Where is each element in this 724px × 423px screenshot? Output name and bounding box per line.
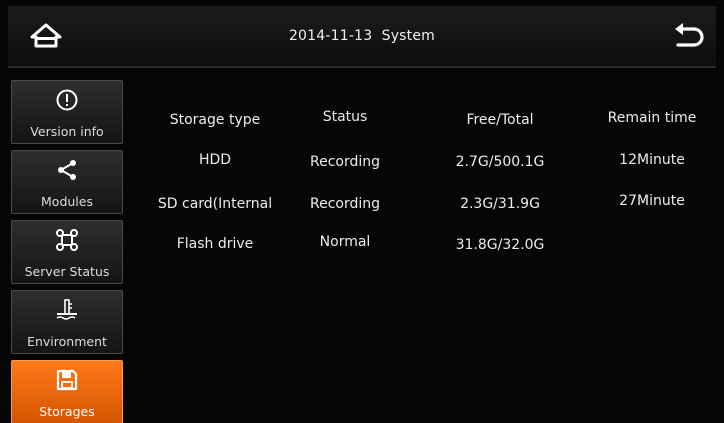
table-header-free-total: Free/Total [466, 112, 534, 128]
table-cell-status: Recording [309, 196, 381, 212]
table-cell-storage-type: HDD [198, 152, 232, 168]
sidebar-item-label: Version info [30, 124, 104, 139]
sidebar-item-version-info[interactable]: Version info [11, 80, 123, 144]
sidebar-item-storages[interactable]: Storages [11, 360, 123, 423]
back-arrow-icon [675, 23, 704, 47]
table-cell-free-total: 2.7G/500.1G [455, 154, 545, 170]
thermometer-icon [56, 299, 77, 320]
table-header-storage-type: Storage type [169, 112, 261, 128]
sidebar-item-label: Environment [27, 334, 107, 349]
table-cell-storage-type: Flash drive [176, 236, 254, 252]
sidebar-item-label: Server Status [24, 264, 110, 279]
sidebar-item-modules[interactable]: Modules [11, 150, 123, 214]
floppy-disk-icon [56, 369, 78, 391]
back-button[interactable] [670, 20, 706, 52]
page-title: 2014-11-13 System [288, 28, 436, 44]
table-cell-remain-time: 27Minute [619, 193, 685, 209]
table-cell-status: Recording [309, 154, 381, 170]
top-bar: 2014-11-13 System [8, 6, 716, 68]
sidebar-item-server-status[interactable]: Server Status [11, 220, 123, 284]
table-cell-status: Normal [319, 234, 371, 250]
screen: 2014-11-13 System Version info Modules S… [0, 0, 724, 423]
sidebar-item-label: Modules [41, 194, 93, 209]
sidebar-item-label: Storages [39, 404, 95, 419]
table-header-status: Status [322, 109, 368, 125]
network-icon [56, 229, 78, 251]
table-cell-free-total: 2.3G/31.9G [460, 196, 540, 212]
share-icon [58, 160, 76, 180]
table-cell-free-total: 31.8G/32.0G [455, 237, 545, 253]
table-cell-storage-type: SD card(Internal [157, 196, 273, 212]
table-cell-remain-time: 12Minute [619, 152, 685, 168]
sidebar-item-environment[interactable]: Environment [11, 290, 123, 354]
info-icon [56, 89, 78, 111]
table-header-remain-time: Remain time [607, 110, 697, 126]
storage-table: Storage type Status Free/Total Remain ti… [130, 100, 720, 300]
sidebar: Version info Modules Server Status Envir… [8, 74, 126, 423]
